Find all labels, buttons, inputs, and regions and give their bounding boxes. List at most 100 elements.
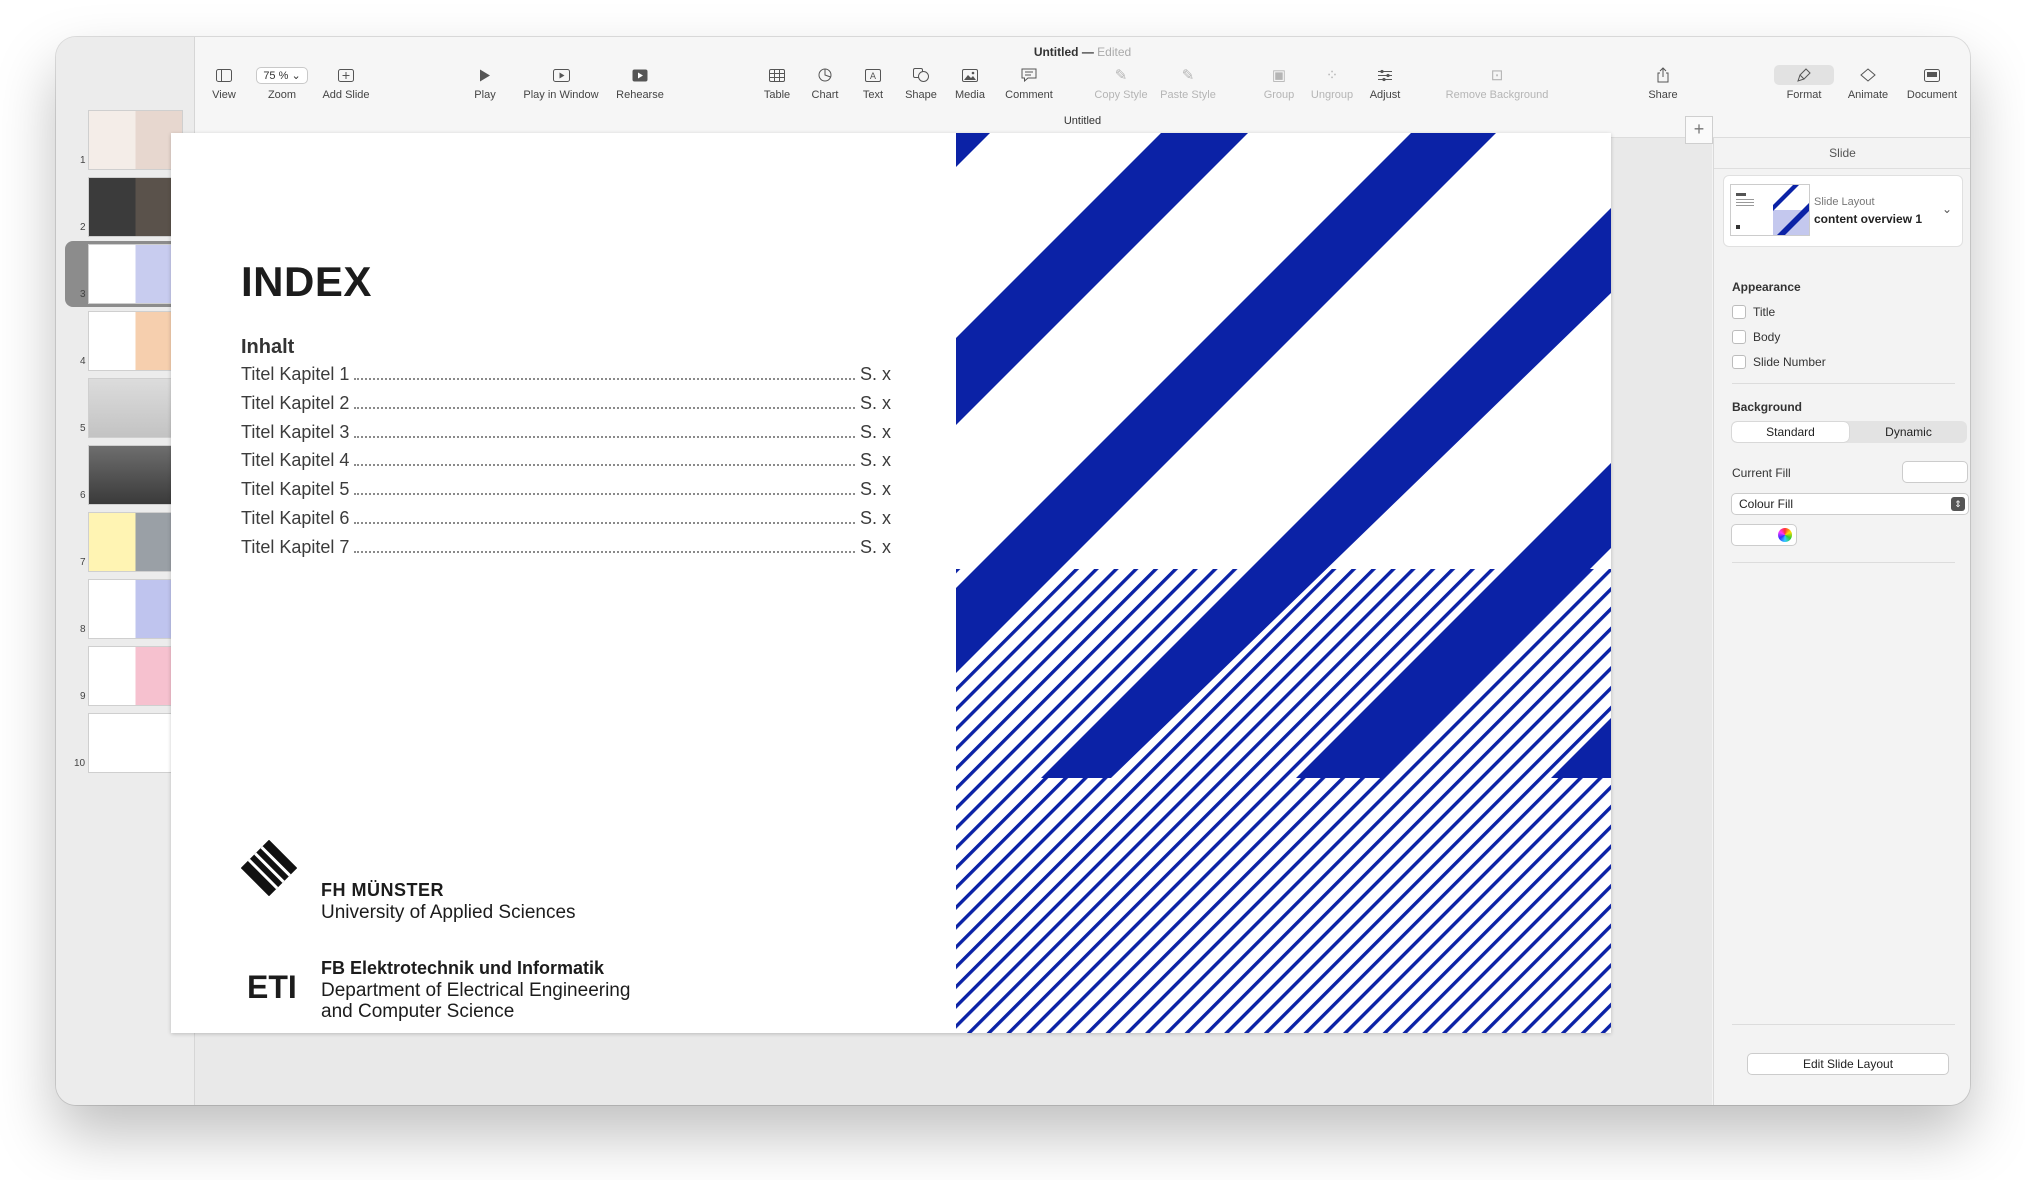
play-icon xyxy=(479,65,491,85)
toc-row: Titel Kapitel 6 S. x xyxy=(241,503,891,529)
layout-thumbnail xyxy=(1730,184,1810,236)
zoom-value[interactable]: 75 % ⌄ xyxy=(256,66,308,84)
ungroup-icon: ⁘ xyxy=(1325,67,1339,84)
chevron-down-icon: ⌄ xyxy=(1941,202,1952,216)
play-button[interactable]: Play xyxy=(445,65,525,101)
slide-number-label: 7 xyxy=(80,557,86,568)
toc-title: Titel Kapitel 4 xyxy=(241,450,350,471)
toc-row: Titel Kapitel 4 S. x xyxy=(241,445,891,471)
paste-style-icon: ✎ xyxy=(1181,67,1195,84)
toc-row: Titel Kapitel 7 S. x xyxy=(241,532,891,558)
toc-title: Titel Kapitel 2 xyxy=(241,392,350,413)
updown-arrows-icon: ⇕ xyxy=(1951,497,1965,511)
slide-thumbnail[interactable] xyxy=(89,714,182,772)
current-fill-swatch[interactable] xyxy=(1902,461,1968,483)
animate-diamond-icon xyxy=(1860,65,1876,85)
format-inspector: Slide Slide Layout content overview 1 ⌄ xyxy=(1713,138,1970,1105)
paintbrush-icon xyxy=(1774,65,1834,85)
rehearse-button[interactable]: Rehearse xyxy=(600,65,680,101)
divider xyxy=(1732,383,1955,384)
group-icon: ▣ xyxy=(1271,67,1287,84)
toc-page: S. x xyxy=(859,536,891,557)
svg-text:A: A xyxy=(870,72,877,82)
toc-page: S. x xyxy=(859,392,891,413)
remove-background-icon: ⊡ xyxy=(1490,67,1504,84)
body-checkbox[interactable]: Body xyxy=(1732,330,1780,344)
slide-thumbnail[interactable] xyxy=(89,178,182,236)
play-in-window-button[interactable]: Play in Window xyxy=(521,65,601,101)
eti-logo: ETI xyxy=(247,969,297,1005)
paste-style-button[interactable]: ✎ Paste Style xyxy=(1148,65,1228,101)
title-checkbox[interactable]: Title xyxy=(1732,305,1775,319)
inspector-header: Slide xyxy=(1714,138,1970,169)
add-slide-icon xyxy=(338,65,354,85)
document-icon xyxy=(1924,65,1940,85)
slide-thumbnail[interactable] xyxy=(89,111,182,169)
colour-wheel-icon[interactable] xyxy=(1778,528,1792,542)
copy-style-icon: ✎ xyxy=(1114,67,1128,84)
toc-title: Titel Kapitel 7 xyxy=(241,536,350,557)
toc-page: S. x xyxy=(859,479,891,500)
share-icon xyxy=(1656,65,1670,85)
toc-leader-dots xyxy=(354,493,855,496)
org-name: FH MÜNSTER xyxy=(321,880,444,900)
comment-button[interactable]: Comment xyxy=(989,65,1069,101)
standard-tab[interactable]: Standard xyxy=(1732,422,1849,442)
divider xyxy=(1732,1024,1955,1025)
slide-thumbnail[interactable] xyxy=(89,647,182,705)
toc-leader-dots xyxy=(354,378,855,380)
toc-title: Titel Kapitel 5 xyxy=(241,479,350,500)
fill-type-select[interactable]: Colour Fill ⇕ xyxy=(1731,493,1969,515)
slide-number-label: 4 xyxy=(80,356,86,367)
dept-name: FB Elektrotechnik und Informatik xyxy=(321,958,605,978)
comment-icon xyxy=(1021,65,1037,85)
dept-line-1: Department of Electrical Engineering xyxy=(321,980,631,1001)
document-button[interactable]: Document xyxy=(1892,65,1970,101)
slide-number-label: 6 xyxy=(80,490,86,501)
toc-title: Titel Kapitel 6 xyxy=(241,508,350,528)
toc-leader-dots xyxy=(354,435,855,438)
background-mode-segmented: Standard Dynamic xyxy=(1731,421,1967,443)
rehearse-icon xyxy=(632,65,648,85)
org-subtitle: University of Applied Sciences xyxy=(321,902,576,923)
slide[interactable]: INDEX Inhalt Titel Kapitel 1 S. x Titel Ka… xyxy=(171,133,1611,1033)
slide-thumbnail[interactable] xyxy=(89,312,182,370)
toc-row: Titel Kapitel 5 S. x xyxy=(241,474,891,500)
add-slide-button[interactable]: Add Slide xyxy=(306,65,386,101)
slide-section-label: Inhalt xyxy=(241,336,295,358)
adjust-button[interactable]: Adjust xyxy=(1345,65,1425,101)
toc-title: Titel Kapitel 3 xyxy=(241,421,350,442)
add-inspector-tab-button[interactable]: + xyxy=(1685,116,1713,144)
slide-number-label: 3 xyxy=(80,289,86,300)
dept-line-2: and Computer Science xyxy=(321,1001,515,1022)
fill-colour-well[interactable] xyxy=(1731,524,1797,546)
toc-row: Titel Kapitel 3 S. x xyxy=(241,417,891,443)
slide-layout-picker[interactable]: Slide Layout content overview 1 ⌄ xyxy=(1723,175,1963,247)
toc-row: Titel Kapitel 2 S. x xyxy=(241,388,891,414)
remove-background-button[interactable]: ⊡ Remove Background xyxy=(1446,65,1549,101)
share-button[interactable]: Share xyxy=(1623,65,1703,101)
toc-title: Titel Kapitel 1 xyxy=(241,364,350,384)
toc-page: S. x xyxy=(859,364,891,384)
slide-number-label: 9 xyxy=(80,691,86,702)
toc-leader-dots xyxy=(354,406,855,409)
slide-thumbnail[interactable] xyxy=(89,513,182,571)
edit-slide-layout-button[interactable]: Edit Slide Layout xyxy=(1747,1053,1949,1075)
slide-heading: INDEX xyxy=(241,258,372,305)
sliders-icon xyxy=(1377,65,1393,85)
slide-number-checkbox[interactable]: Slide Number xyxy=(1732,355,1826,369)
toc-leader-dots xyxy=(354,550,855,553)
text-box-icon: A xyxy=(865,65,881,85)
fh-muenster-logo xyxy=(240,839,298,897)
slide-thumbnail[interactable] xyxy=(89,580,182,638)
sidebar-icon xyxy=(216,65,232,85)
photo-icon xyxy=(962,65,978,85)
slide-thumbnail[interactable] xyxy=(89,245,182,303)
dynamic-tab[interactable]: Dynamic xyxy=(1850,421,1967,443)
slide-thumbnail[interactable] xyxy=(89,379,182,437)
play-window-icon xyxy=(552,65,570,85)
toc-row: Titel Kapitel 1 S. x xyxy=(241,359,891,385)
slide-number-label: 8 xyxy=(80,624,86,635)
slide-thumbnail[interactable] xyxy=(89,446,182,504)
shape-icon xyxy=(913,65,929,85)
